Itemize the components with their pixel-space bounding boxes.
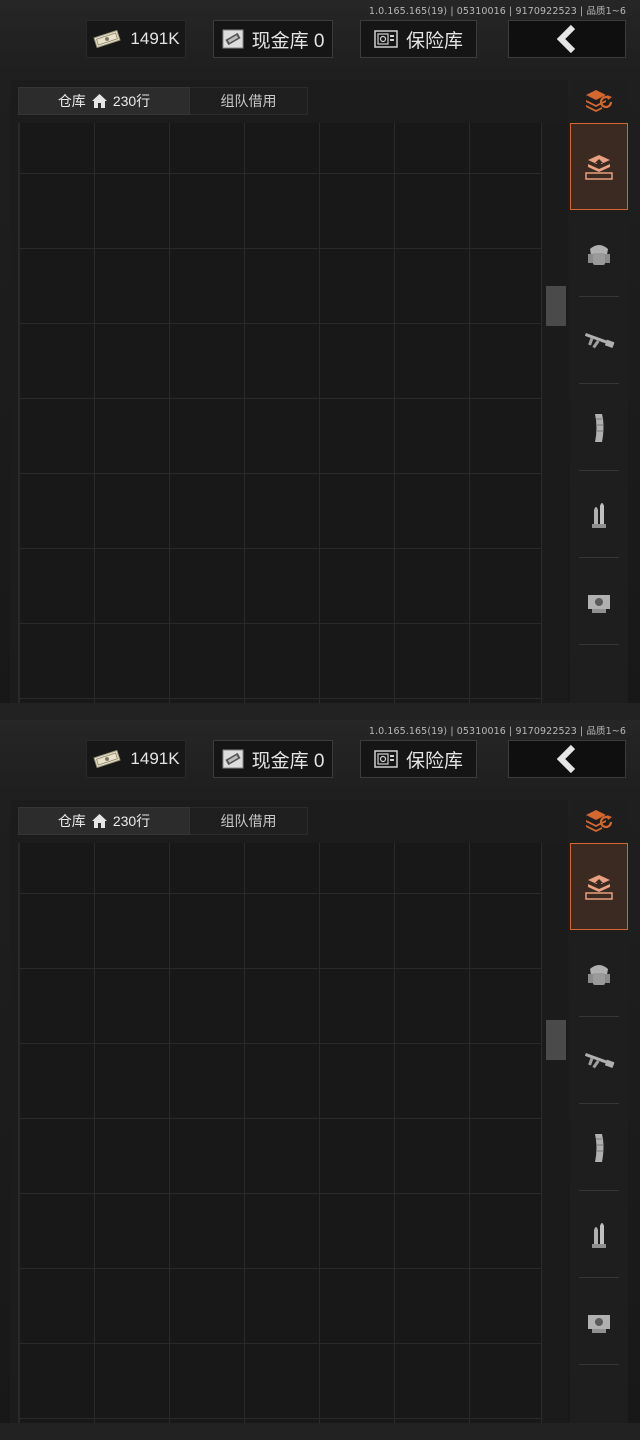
back-arrow-icon bbox=[556, 744, 576, 774]
grid-scrollbar[interactable] bbox=[544, 123, 568, 703]
scroll-thumb[interactable] bbox=[546, 1020, 566, 1060]
sidebar-item-warehouse[interactable] bbox=[570, 123, 628, 210]
safe-button[interactable]: 保险库 bbox=[360, 20, 477, 58]
scope-icon bbox=[588, 594, 610, 613]
sidebar-item-ammo[interactable] bbox=[570, 471, 628, 558]
money-value: 1491K bbox=[130, 29, 180, 48]
rifle-icon bbox=[584, 1052, 615, 1068]
cash-vault-button[interactable]: 现金库 0 bbox=[213, 740, 333, 778]
sidebar-item-attachment[interactable] bbox=[570, 1278, 628, 1365]
safe-label: 保险库 bbox=[405, 30, 463, 52]
sidebar-item-armor[interactable] bbox=[570, 930, 628, 1017]
home-icon bbox=[91, 814, 107, 828]
magazine-icon bbox=[595, 413, 604, 442]
armor-icon bbox=[588, 244, 610, 265]
tab-team-borrow[interactable]: 组队借用 bbox=[190, 807, 308, 835]
cash-bundle-icon bbox=[93, 30, 121, 48]
armor-icon bbox=[588, 964, 610, 985]
warehouse-icon bbox=[585, 154, 613, 180]
safe-icon bbox=[374, 30, 398, 48]
version-info: 1.0.165.165(19) | 05310016 | 9170922523 … bbox=[368, 6, 626, 17]
scope-icon bbox=[588, 1314, 610, 1333]
money-value: 1491K bbox=[130, 749, 180, 768]
magazine-icon bbox=[595, 1133, 604, 1162]
tab-warehouse[interactable]: 仓库 230行 bbox=[18, 807, 190, 835]
sidebar-item-armor[interactable] bbox=[570, 210, 628, 297]
version-info: 1.0.165.165(19) | 05310016 | 9170922523 … bbox=[368, 726, 626, 737]
warehouse-icon bbox=[585, 874, 613, 900]
sidebar-item-magazine[interactable] bbox=[570, 384, 628, 471]
safe-icon bbox=[374, 750, 398, 768]
warehouse-tabs: 仓库 230行 组队借用 bbox=[18, 807, 308, 835]
bottom-strip bbox=[0, 703, 640, 720]
scroll-thumb[interactable] bbox=[546, 286, 566, 326]
category-sidebar bbox=[570, 800, 628, 1440]
tab-team-borrow[interactable]: 组队借用 bbox=[190, 87, 308, 115]
cash-vault-label: 现金库 0 bbox=[251, 30, 325, 52]
sidebar-item-magazine[interactable] bbox=[570, 1104, 628, 1191]
warehouse-row-count: 230行 bbox=[112, 813, 151, 829]
safe-label: 保险库 bbox=[405, 750, 463, 772]
warehouse-tabs: 仓库 230行 组队借用 bbox=[18, 87, 308, 115]
cash-vault-icon bbox=[222, 29, 244, 49]
inventory-grid[interactable] bbox=[18, 123, 542, 703]
home-icon bbox=[91, 94, 107, 108]
stack-refresh-icon bbox=[586, 810, 613, 832]
inventory-screen-2: 1.0.165.165(19) | 05310016 | 9170922523 … bbox=[0, 720, 640, 1440]
ammo-icon bbox=[592, 1222, 606, 1248]
cash-bundle-icon bbox=[93, 750, 121, 768]
cash-vault-label: 现金库 0 bbox=[251, 750, 325, 772]
team-borrow-label: 组队借用 bbox=[220, 813, 277, 829]
ammo-icon bbox=[592, 502, 606, 528]
sort-button[interactable] bbox=[570, 800, 628, 842]
sidebar-item-ammo[interactable] bbox=[570, 1191, 628, 1278]
back-button[interactable] bbox=[508, 20, 626, 58]
back-arrow-icon bbox=[556, 24, 576, 54]
warehouse-tab-label: 仓库 bbox=[57, 813, 86, 829]
warehouse-tab-label: 仓库 bbox=[57, 93, 86, 109]
team-borrow-label: 组队借用 bbox=[220, 93, 277, 109]
money-display: 1491K bbox=[86, 740, 186, 778]
grid-scrollbar[interactable] bbox=[544, 843, 568, 1423]
inventory-screen-1: 1.0.165.165(19) | 05310016 | 9170922523 … bbox=[0, 0, 640, 720]
rifle-icon bbox=[584, 332, 615, 348]
cash-vault-button[interactable]: 现金库 0 bbox=[213, 20, 333, 58]
safe-button[interactable]: 保险库 bbox=[360, 740, 477, 778]
bottom-strip bbox=[0, 1423, 640, 1440]
sidebar-item-weapon[interactable] bbox=[570, 297, 628, 384]
warehouse-row-count: 230行 bbox=[112, 93, 151, 109]
back-button[interactable] bbox=[508, 740, 626, 778]
cash-vault-icon bbox=[222, 749, 244, 769]
money-display: 1491K bbox=[86, 20, 186, 58]
sort-button[interactable] bbox=[570, 80, 628, 122]
tab-warehouse[interactable]: 仓库 230行 bbox=[18, 87, 190, 115]
sidebar-item-weapon[interactable] bbox=[570, 1017, 628, 1104]
sidebar-item-warehouse[interactable] bbox=[570, 843, 628, 930]
stack-refresh-icon bbox=[586, 90, 613, 112]
inventory-grid[interactable] bbox=[18, 843, 542, 1423]
sidebar-item-attachment[interactable] bbox=[570, 558, 628, 645]
category-sidebar bbox=[570, 80, 628, 720]
